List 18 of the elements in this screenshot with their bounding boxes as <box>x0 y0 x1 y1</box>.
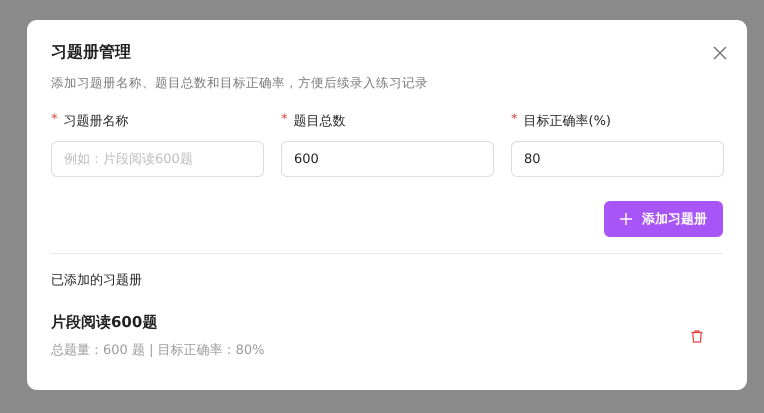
dialog-subtitle: 添加习题册名称、题目总数和目标正确率，方便后续录入练习记录 <box>51 75 429 92</box>
input-field[interactable]: 80 <box>511 141 724 177</box>
input-field[interactable]: 例如：片段阅读600题 <box>51 141 264 177</box>
required-mark: * <box>511 112 518 129</box>
required-mark: * <box>51 112 58 129</box>
field-label: 习题册名称 <box>64 113 128 130</box>
section-title: 已添加的习题册 <box>51 272 143 289</box>
book-name: 片段阅读600题 <box>51 313 158 332</box>
field-label: 目标正确率(%) <box>524 113 611 130</box>
required-mark: * <box>281 112 288 129</box>
trash-icon[interactable] <box>691 330 703 342</box>
close-icon[interactable] <box>713 46 727 60</box>
plus-icon <box>620 213 632 225</box>
add-button[interactable]: 添加习题册 <box>604 201 723 237</box>
book-details: 总题量：600 题 | 目标正确率：80% <box>51 342 264 359</box>
input-field[interactable]: 600 <box>281 141 494 177</box>
dialog-title: 习题册管理 <box>51 42 131 63</box>
field-label: 题目总数 <box>294 113 346 130</box>
